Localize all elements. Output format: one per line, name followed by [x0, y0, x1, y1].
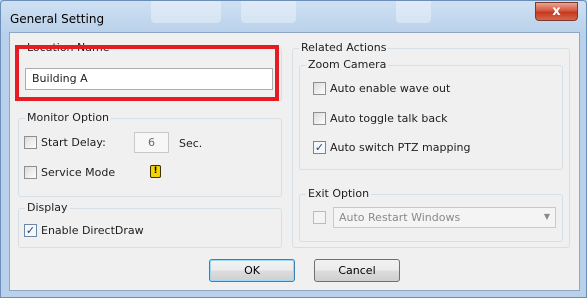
related-actions-group: Related Actions Zoom Camera Auto enable …	[292, 41, 570, 248]
monitor-option-group: Monitor Option Start Delay: 6 Sec. Servi…	[18, 111, 282, 197]
zoom-camera-group: Zoom Camera Auto enable wave out Auto to…	[299, 58, 563, 170]
auto-wave-out-label: Auto enable wave out	[330, 82, 451, 95]
highlight-annotation	[15, 45, 279, 101]
auto-talk-back-checkbox[interactable]	[313, 112, 326, 125]
zoom-camera-label: Zoom Camera	[306, 58, 389, 71]
close-icon: x	[552, 4, 561, 19]
service-mode-checkbox[interactable]	[24, 166, 37, 179]
titlebar-glow	[241, 1, 296, 23]
service-mode-label: Service Mode	[41, 166, 116, 179]
auto-wave-out-checkbox[interactable]	[313, 82, 326, 95]
start-delay-input[interactable]: 6	[134, 132, 169, 153]
titlebar-glow	[151, 1, 221, 23]
titlebar-glow	[396, 1, 431, 23]
exit-option-selected: Auto Restart Windows	[339, 211, 461, 224]
auto-ptz-checkbox[interactable]: ✓	[313, 141, 326, 154]
exit-option-checkbox[interactable]	[313, 211, 326, 224]
display-label: Display	[25, 201, 70, 214]
chevron-down-icon: ▼	[543, 212, 550, 221]
title-bar[interactable]: General Setting x	[1, 1, 586, 31]
check-icon: ✓	[25, 224, 36, 237]
window-title: General Setting	[10, 12, 105, 26]
close-button[interactable]: x	[535, 2, 578, 21]
cancel-button[interactable]: Cancel	[314, 259, 400, 282]
warning-icon: !	[150, 165, 161, 178]
display-group: Display ✓ Enable DirectDraw	[18, 201, 282, 248]
monitor-option-label: Monitor Option	[25, 111, 112, 124]
enable-directdraw-label: Enable DirectDraw	[41, 224, 144, 237]
exit-option-label: Exit Option	[306, 187, 372, 200]
enable-directdraw-checkbox[interactable]: ✓	[24, 224, 37, 237]
related-actions-label: Related Actions	[299, 41, 389, 54]
exit-option-group: Exit Option Auto Restart Windows ▼	[299, 187, 563, 242]
ok-button[interactable]: OK	[209, 259, 295, 282]
auto-talk-back-label: Auto toggle talk back	[330, 112, 448, 125]
auto-ptz-label: Auto switch PTZ mapping	[330, 141, 471, 154]
start-delay-checkbox[interactable]	[24, 136, 37, 149]
exit-option-select[interactable]: Auto Restart Windows ▼	[333, 207, 556, 228]
start-delay-unit: Sec.	[179, 137, 203, 150]
start-delay-label: Start Delay:	[41, 136, 106, 149]
check-icon: ✓	[314, 141, 325, 154]
